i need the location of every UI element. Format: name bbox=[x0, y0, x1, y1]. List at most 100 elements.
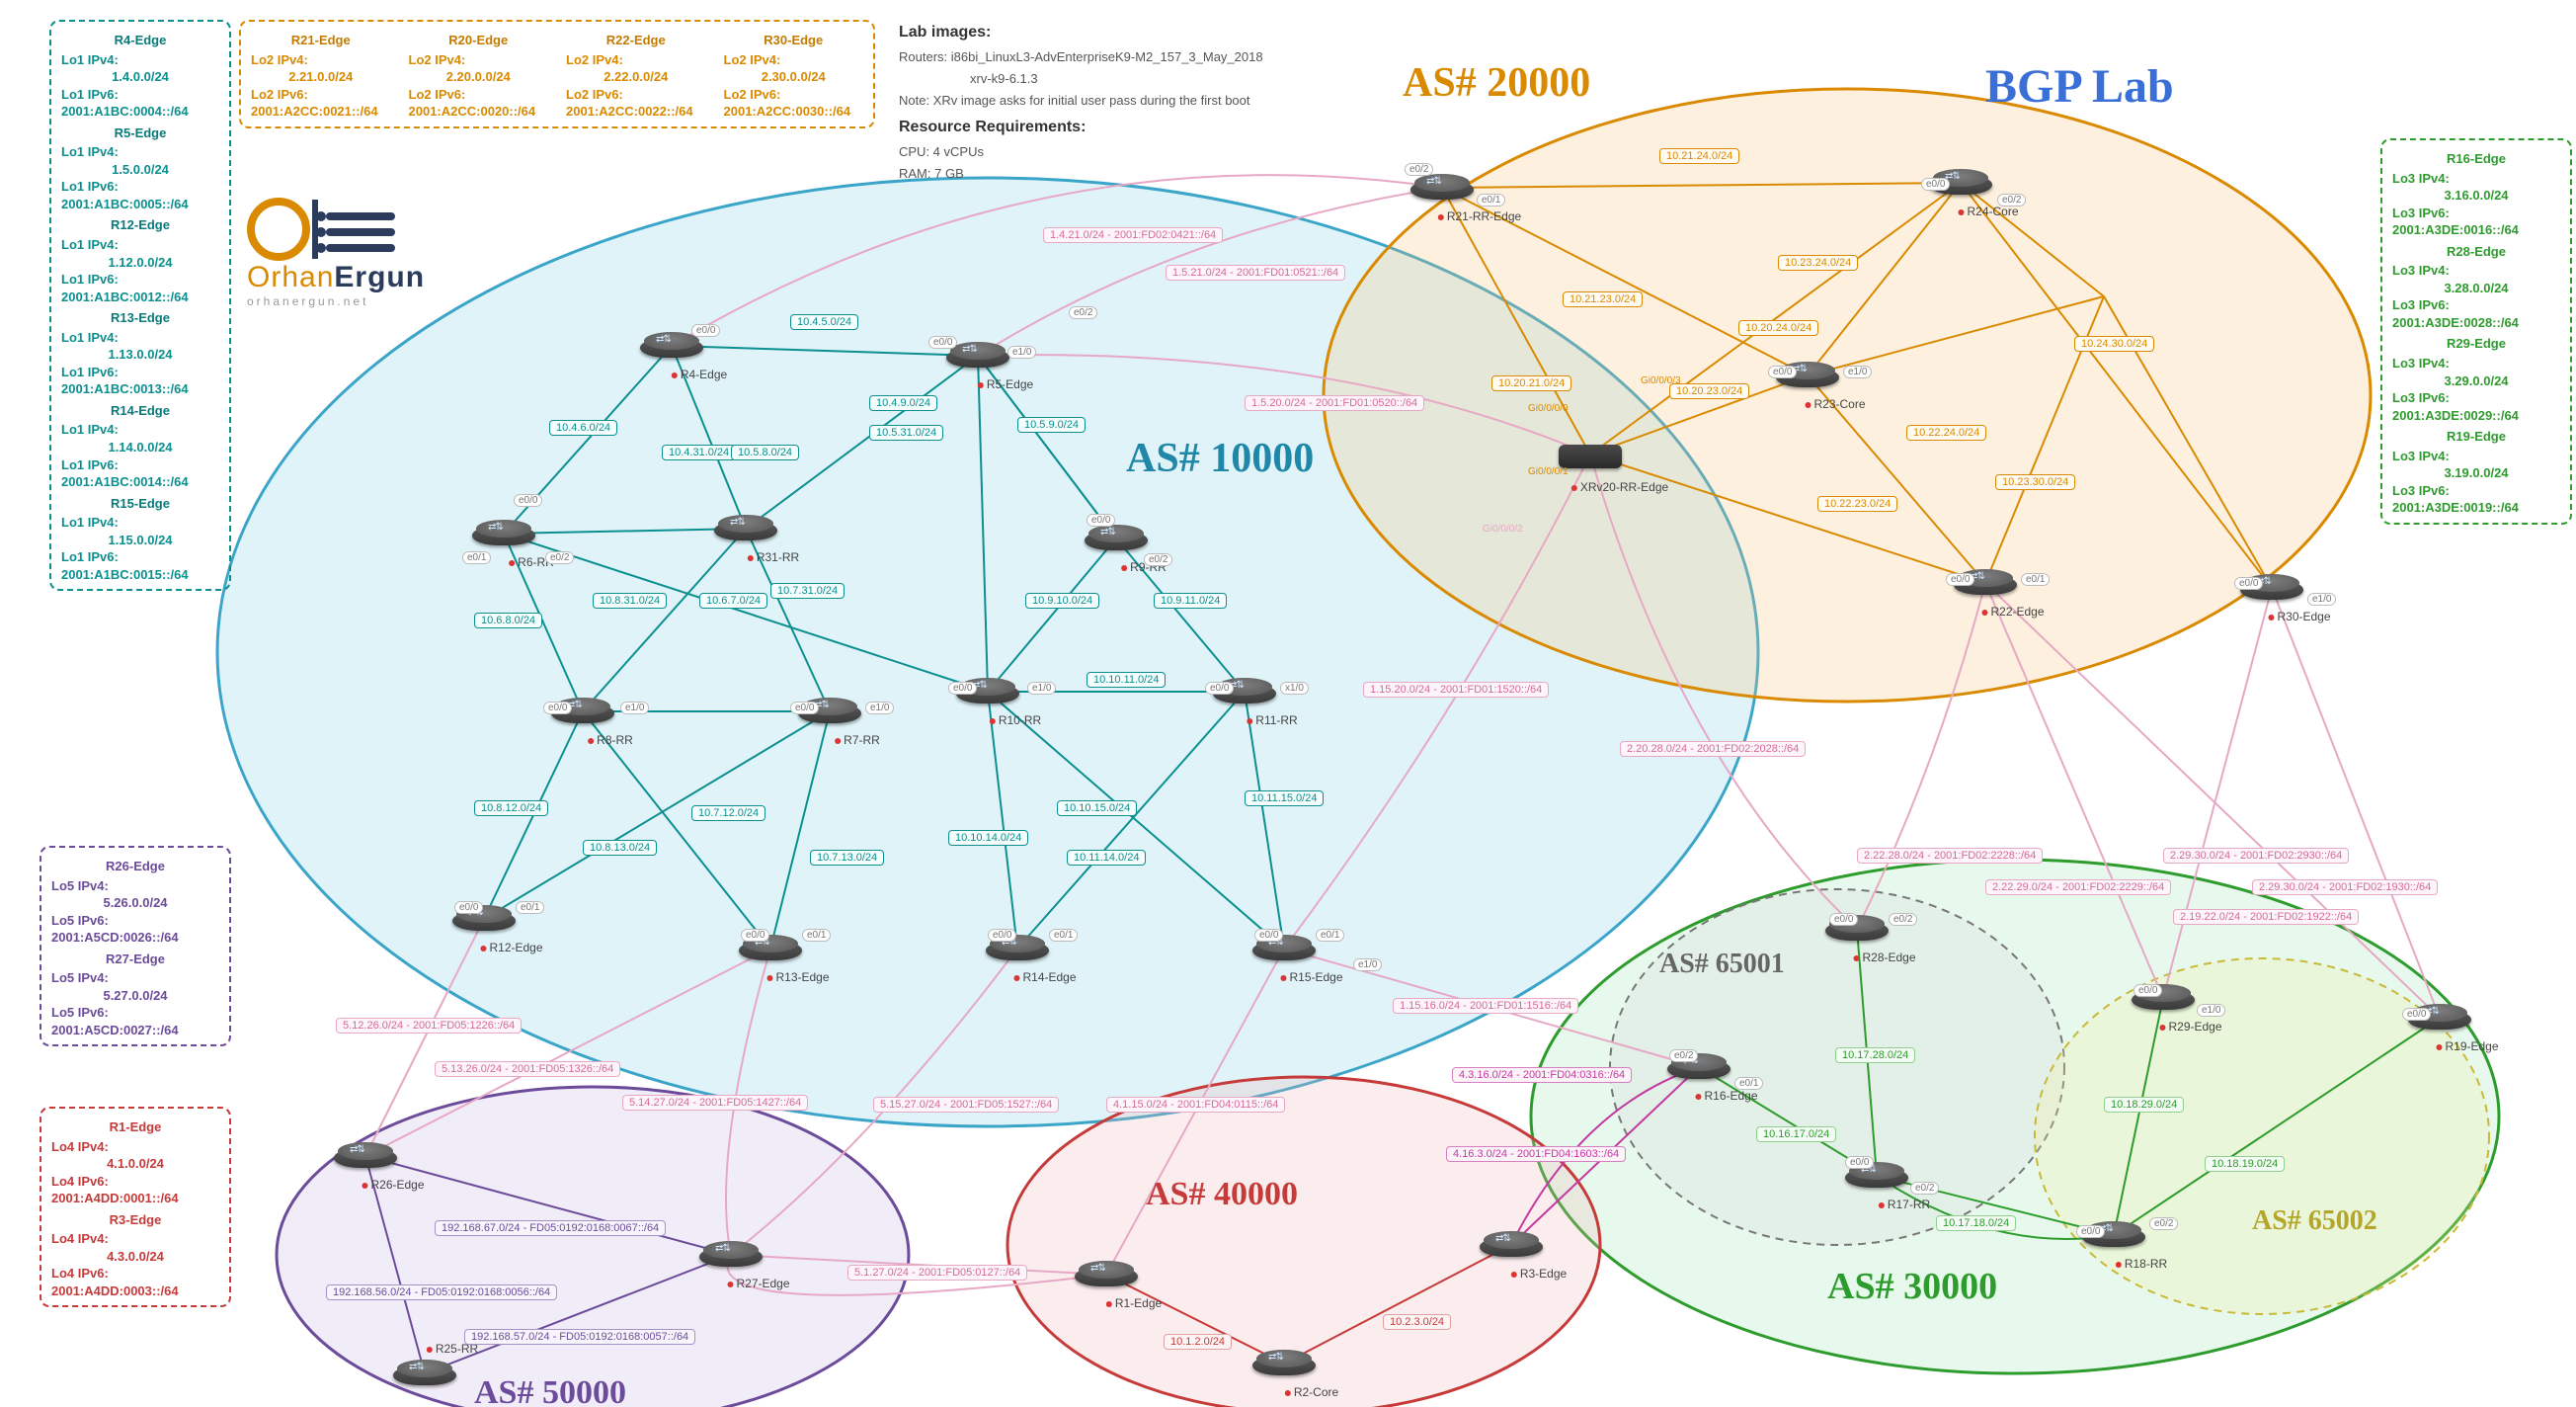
iface-gi1: Gi0/0/0/1 bbox=[1527, 466, 1570, 477]
brand-logo: OrhanErgun orhanergun.net bbox=[247, 198, 425, 308]
routers-img: i86bi_LinuxL3-AdvEnterpriseK9-M2_157_3_M… bbox=[951, 49, 1263, 64]
iface: e1/0 bbox=[2307, 593, 2336, 606]
net-10-11-15: 10.11.15.0/24 bbox=[1245, 790, 1324, 806]
net-rs1: 10.1.2.0/24 bbox=[1164, 1334, 1232, 1350]
router-r6[interactable]: ⇄⇅ bbox=[472, 516, 535, 551]
iface: e0/1 bbox=[2021, 573, 2050, 586]
router-r1[interactable]: ⇄⇅ bbox=[1075, 1257, 1138, 1292]
ebgp-11: 1.15.16.0/24 - 2001:FD01:1516::/64 bbox=[1393, 998, 1578, 1014]
net-10-5-31: 10.5.31.0/24 bbox=[869, 425, 943, 441]
iface: e0/2 bbox=[2149, 1217, 2178, 1230]
iface: e0/0 bbox=[928, 336, 957, 349]
legend-green: R16-Edge Lo3 IPv4:3.16.0.0/24 Lo3 IPv6:2… bbox=[2380, 138, 2572, 525]
router-r25[interactable]: ⇄⇅ bbox=[393, 1356, 456, 1391]
iface: e0/2 bbox=[1069, 306, 1097, 319]
as10000-label: AS# 10000 bbox=[1126, 435, 1314, 482]
iface: e0/0 bbox=[2402, 1008, 2431, 1021]
net-10-10-15: 10.10.15.0/24 bbox=[1057, 800, 1137, 816]
net-10-11-14: 10.11.14.0/24 bbox=[1067, 850, 1146, 866]
iface: e0/2 bbox=[1889, 913, 1917, 926]
iface: e0/0 bbox=[1921, 178, 1950, 191]
iface: e0/0 bbox=[2076, 1225, 2105, 1238]
iface: e1/0 bbox=[1007, 346, 1036, 359]
net-g2: 10.17.28.0/24 bbox=[1835, 1047, 1915, 1063]
net-p3: 192.168.57.0/24 - FD05:0192:0168:0057::/… bbox=[464, 1329, 695, 1345]
leg-r4-hdr: R4-Edge bbox=[61, 32, 219, 49]
iface: e0/0 bbox=[948, 682, 977, 695]
net-10-5-9: 10.5.9.0/24 bbox=[1017, 417, 1086, 433]
net-10-4-6: 10.4.6.0/24 bbox=[549, 420, 617, 436]
iface: e0/2 bbox=[1405, 163, 1433, 176]
router-r2[interactable]: ⇄⇅ bbox=[1252, 1346, 1316, 1381]
iface: e0/1 bbox=[516, 901, 544, 914]
ebgp-5: 2.20.28.0/24 - 2001:FD02:2028::/64 bbox=[1620, 741, 1806, 757]
net-10-7-12: 10.7.12.0/24 bbox=[691, 805, 765, 821]
ebgp-7: 2.22.29.0/24 - 2001:FD02:2229::/64 bbox=[1985, 879, 2171, 895]
net-o5: 10.20.24.0/24 bbox=[1738, 320, 1818, 336]
page-title: BGP Lab bbox=[1985, 59, 2174, 114]
iface: e0/0 bbox=[1768, 366, 1797, 378]
net-o8: 10.24.30.0/24 bbox=[2074, 336, 2154, 352]
net-o3: 10.23.24.0/24 bbox=[1778, 255, 1858, 271]
xrv-img: xrv-k9-6.1.3 bbox=[970, 71, 1038, 86]
ebgp-1: 1.4.21.0/24 - 2001:FD02:0421::/64 bbox=[1043, 227, 1223, 243]
ebgp-12: 4.3.16.0/24 - 2001:FD04:0316::/64 bbox=[1452, 1067, 1632, 1083]
iface: e0/1 bbox=[462, 551, 491, 564]
net-p1: 192.168.67.0/24 - FD05:0192:0168:0067::/… bbox=[435, 1220, 666, 1236]
legend-orange: R21-Edge Lo2 IPv4:2.21.0.0/24 Lo2 IPv6:2… bbox=[239, 20, 875, 128]
iface: e0/0 bbox=[1254, 929, 1283, 942]
iface: e0/2 bbox=[545, 551, 574, 564]
iface: e0/0 bbox=[543, 702, 572, 714]
legend-teal: R4-Edge Lo1 IPv4:1.4.0.0/24 Lo1 IPv6:200… bbox=[49, 20, 231, 591]
iface: e0/0 bbox=[2133, 984, 2162, 997]
ebgp-19: 5.1.27.0/24 - 2001:FD05:0127::/64 bbox=[847, 1265, 1027, 1281]
net-o2: 10.21.23.0/24 bbox=[1563, 291, 1643, 307]
router-r27[interactable]: ⇄⇅ bbox=[699, 1237, 763, 1273]
logo-ring-icon bbox=[247, 198, 310, 261]
iface: e1/0 bbox=[1027, 682, 1056, 695]
iface: e0/0 bbox=[514, 494, 542, 507]
router-r31[interactable]: ⇄⇅ bbox=[714, 511, 777, 546]
iface: e0/0 bbox=[988, 929, 1016, 942]
iface: e0/0 bbox=[1946, 573, 1974, 586]
as50000-label: AS# 50000 bbox=[474, 1374, 626, 1407]
xrv-note: Note: XRv image asks for initial user pa… bbox=[899, 93, 1250, 108]
iface: e0/0 bbox=[1205, 682, 1234, 695]
ebgp-16: 5.14.27.0/24 - 2001:FD05:1427::/64 bbox=[622, 1095, 808, 1111]
net-10-6-8: 10.6.8.0/24 bbox=[474, 613, 542, 628]
net-g5: 10.18.19.0/24 bbox=[2205, 1156, 2285, 1172]
legend-red: R1-Edge Lo4 IPv4:4.1.0.0/24 Lo4 IPv6:200… bbox=[40, 1107, 231, 1307]
net-10-10-11: 10.10.11.0/24 bbox=[1087, 672, 1166, 688]
iface: e0/0 bbox=[790, 702, 819, 714]
router-r3[interactable]: ⇄⇅ bbox=[1480, 1227, 1543, 1263]
routers-lbl: Routers: bbox=[899, 49, 947, 64]
res-hdr: Resource Requirements: bbox=[899, 119, 1086, 136]
net-10-5-8: 10.5.8.0/24 bbox=[731, 445, 799, 460]
net-10-4-5: 10.4.5.0/24 bbox=[790, 314, 858, 330]
router-r26[interactable]: ⇄⇅ bbox=[334, 1138, 397, 1174]
ebgp-9: 2.29.30.0/24 - 2001:FD02:1930::/64 bbox=[2252, 879, 2438, 895]
ebgp-13: 4.16.3.0/24 - 2001:FD04:1603::/64 bbox=[1446, 1146, 1626, 1162]
iface: e0/0 bbox=[2234, 577, 2263, 590]
res-cpu: CPU: 4 vCPUs bbox=[899, 144, 984, 159]
net-10-8-13: 10.8.13.0/24 bbox=[583, 840, 657, 856]
net-o1: 10.21.24.0/24 bbox=[1659, 148, 1739, 164]
iface: e0/1 bbox=[1316, 929, 1344, 942]
iface: e1/0 bbox=[1843, 366, 1872, 378]
iface: e0/0 bbox=[1845, 1156, 1874, 1169]
ebgp-6: 2.22.28.0/24 - 2001:FD02:2228::/64 bbox=[1857, 848, 2043, 864]
net-o9: 10.23.30.0/24 bbox=[1995, 474, 2075, 490]
iface: e0/0 bbox=[1829, 913, 1858, 926]
net-10-4-31: 10.4.31.0/24 bbox=[662, 445, 736, 460]
net-g1: 10.16.17.0/24 bbox=[1756, 1126, 1836, 1142]
iface: e0/1 bbox=[1477, 194, 1505, 207]
net-10-7-31: 10.7.31.0/24 bbox=[770, 583, 845, 599]
iface: x1/0 bbox=[1280, 682, 1309, 695]
net-p2: 192.168.56.0/24 - FD05:0192:0168:0056::/… bbox=[326, 1284, 557, 1300]
iface: e1/0 bbox=[620, 702, 649, 714]
iface: e0/0 bbox=[691, 324, 720, 337]
iface: e0/2 bbox=[1910, 1182, 1939, 1195]
logo-bars-icon bbox=[326, 205, 395, 260]
net-10-7-13: 10.7.13.0/24 bbox=[810, 850, 884, 866]
ebgp-18: 5.12.26.0/24 - 2001:FD05:1226::/64 bbox=[336, 1018, 522, 1034]
